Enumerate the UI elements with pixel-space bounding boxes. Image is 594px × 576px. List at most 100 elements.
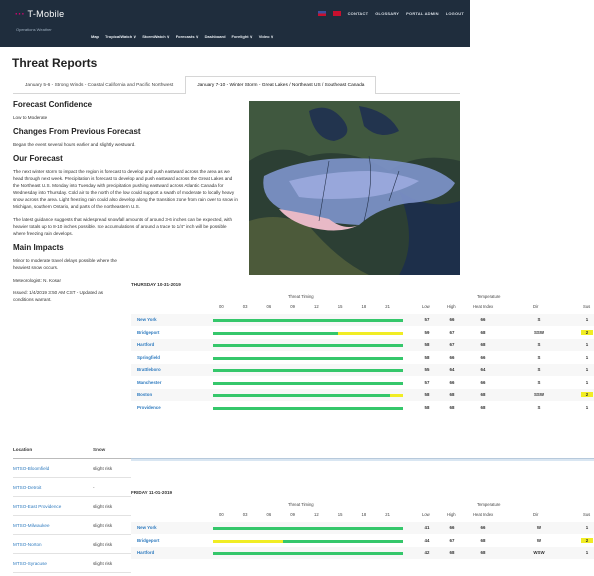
wind-dir: SSW bbox=[533, 329, 544, 335]
city-link[interactable]: Providence bbox=[137, 405, 161, 410]
nav-tropicalwatch[interactable]: TropicalWatch ∨ bbox=[105, 34, 136, 39]
main-nav: Map TropicalWatch ∨ StormWatch ∨ Forecas… bbox=[91, 34, 274, 39]
threat-bar-green bbox=[213, 527, 403, 530]
location-link[interactable]: MTSO-Norton bbox=[13, 542, 93, 547]
table-row: Bridgeport 44 67 68 W 2 bbox=[131, 535, 594, 547]
location-link[interactable]: MTSO-Syracuse bbox=[13, 561, 93, 566]
high-temp: 66 bbox=[449, 354, 455, 360]
low-temp: 44 bbox=[424, 537, 430, 543]
high-temp: 64 bbox=[449, 367, 455, 372]
nav-map[interactable]: Map bbox=[91, 34, 99, 39]
snow-risk: slight risk bbox=[93, 465, 113, 471]
low-temp: 58 bbox=[424, 354, 430, 360]
snow-column-header: Snow bbox=[93, 446, 106, 452]
tab-january-5-6[interactable]: January 5-6 - Strong Winds - Coastal Cal… bbox=[13, 76, 185, 94]
heat-index: 66 bbox=[480, 525, 486, 530]
locations-table: Location Snow MTSO-Bloomfield slight risk… bbox=[13, 440, 135, 573]
low-temp: 57 bbox=[424, 317, 430, 322]
sustained-wind: 2 bbox=[581, 537, 593, 543]
column-header: High bbox=[447, 512, 456, 517]
threat-bar-green bbox=[213, 369, 403, 372]
table-row: Springfield 58 66 66 S 1 bbox=[131, 352, 594, 364]
threat-bar-green bbox=[213, 381, 403, 385]
location-link[interactable]: MTSO-East Providence bbox=[13, 504, 93, 509]
high-temp: 67 bbox=[449, 537, 455, 543]
threat-bar-yellow bbox=[213, 539, 284, 543]
wind-dir: S bbox=[537, 404, 541, 410]
hour-label: 21 bbox=[385, 304, 390, 309]
hour-label: 06 bbox=[266, 304, 272, 309]
hour-label: 06 bbox=[266, 512, 272, 517]
nav-forecasts[interactable]: Forecasts ∨ bbox=[176, 34, 199, 39]
sustained-wind: 1 bbox=[585, 367, 589, 372]
city-link[interactable]: Bridgeport bbox=[137, 538, 159, 543]
brand-logo[interactable]: ··· T-Mobile bbox=[15, 9, 64, 19]
hour-label: 03 bbox=[242, 304, 248, 309]
portal-admin-link[interactable]: PORTAL ADMIN bbox=[406, 11, 439, 16]
column-header: Dir bbox=[533, 512, 539, 517]
threat-timing-header: Threat Timing bbox=[288, 294, 314, 299]
nav-stormwatch[interactable]: StormWatch ∨ bbox=[142, 34, 169, 39]
city-link[interactable]: Hartford bbox=[137, 342, 154, 347]
location-link[interactable]: MTSO-Milwaukee bbox=[13, 523, 93, 528]
snow-risk: slight risk bbox=[93, 503, 113, 509]
storm-map-graphic bbox=[249, 101, 460, 275]
temperature-header: Temperature bbox=[477, 502, 501, 507]
wind-dir: W bbox=[536, 537, 542, 543]
heat-index: 64 bbox=[480, 367, 486, 372]
column-header: Heat Index bbox=[473, 304, 494, 309]
heat-index: 66 bbox=[480, 379, 486, 385]
column-header: Low bbox=[422, 304, 430, 309]
glossary-link[interactable]: GLOSSARY bbox=[375, 11, 399, 16]
table-row: Brattleboro 55 64 64 S 1 bbox=[131, 364, 594, 376]
city-link[interactable]: Manchester bbox=[137, 380, 161, 385]
hour-label: 21 bbox=[385, 512, 390, 517]
city-link[interactable]: Boston bbox=[137, 392, 152, 397]
column-header: Sus bbox=[583, 512, 591, 517]
us-flag-icon[interactable] bbox=[317, 11, 326, 16]
nav-video[interactable]: Video ∨ bbox=[259, 34, 274, 39]
location-link[interactable]: MTSO-Detroit bbox=[13, 485, 93, 490]
contact-link[interactable]: CONTACT bbox=[348, 11, 369, 16]
logout-link[interactable]: LOGOUT bbox=[446, 11, 464, 16]
hour-label: 12 bbox=[314, 304, 319, 309]
wind-dir: WSW bbox=[533, 550, 545, 555]
low-temp: 55 bbox=[424, 367, 430, 372]
high-temp: 66 bbox=[449, 379, 455, 385]
storm-track-map[interactable] bbox=[249, 101, 460, 275]
forecast-confidence-heading: Forecast Confidence bbox=[13, 100, 93, 109]
sustained-wind: 1 bbox=[585, 342, 589, 347]
nav-forelight[interactable]: Forelight ∨ bbox=[232, 34, 253, 39]
threat-bar-yellow bbox=[338, 331, 403, 335]
table-row: MTSO-Norton slight risk bbox=[13, 535, 135, 554]
threat-bar-green bbox=[213, 319, 403, 322]
hour-label: 15 bbox=[337, 304, 343, 309]
wind-dir: S bbox=[537, 367, 541, 372]
tab-january-7-10[interactable]: January 7-10 - Winter Storm - Great Lake… bbox=[185, 76, 377, 94]
city-link[interactable]: Springfield bbox=[137, 355, 160, 360]
location-link[interactable]: MTSO-Bloomfield bbox=[13, 466, 93, 471]
locations-header-row: Location Snow bbox=[13, 440, 135, 459]
table-row: MTSO-East Providence slight risk bbox=[13, 497, 135, 516]
table-row: New York 57 66 66 S 1 bbox=[131, 314, 594, 326]
column-header: Low bbox=[422, 512, 430, 517]
hour-label: 00 bbox=[219, 512, 224, 517]
heat-index: 68 bbox=[480, 329, 486, 335]
panel-divider bbox=[131, 458, 594, 461]
column-header: Heat Index bbox=[473, 512, 494, 517]
location-column-header: Location bbox=[13, 446, 33, 452]
table-row: MTSO-Milwaukee slight risk bbox=[13, 516, 135, 535]
table-row: Bridgeport 59 67 68 SSW 2 bbox=[131, 327, 594, 339]
city-link[interactable]: Brattleboro bbox=[137, 367, 161, 372]
main-impacts-heading: Main Impacts bbox=[13, 243, 64, 252]
city-link[interactable]: Hartford bbox=[137, 550, 154, 555]
city-link[interactable]: New York bbox=[137, 317, 157, 322]
nav-dashboard[interactable]: Dashboard bbox=[205, 34, 226, 39]
canada-flag-icon[interactable] bbox=[332, 11, 341, 16]
day-label: THURSDAY 10-31-2019 bbox=[131, 282, 181, 287]
threat-bar-yellow bbox=[389, 394, 403, 397]
city-link[interactable]: New York bbox=[137, 525, 157, 530]
wind-dir: S bbox=[537, 342, 541, 347]
low-temp: 58 bbox=[424, 392, 430, 397]
city-link[interactable]: Bridgeport bbox=[137, 330, 159, 335]
